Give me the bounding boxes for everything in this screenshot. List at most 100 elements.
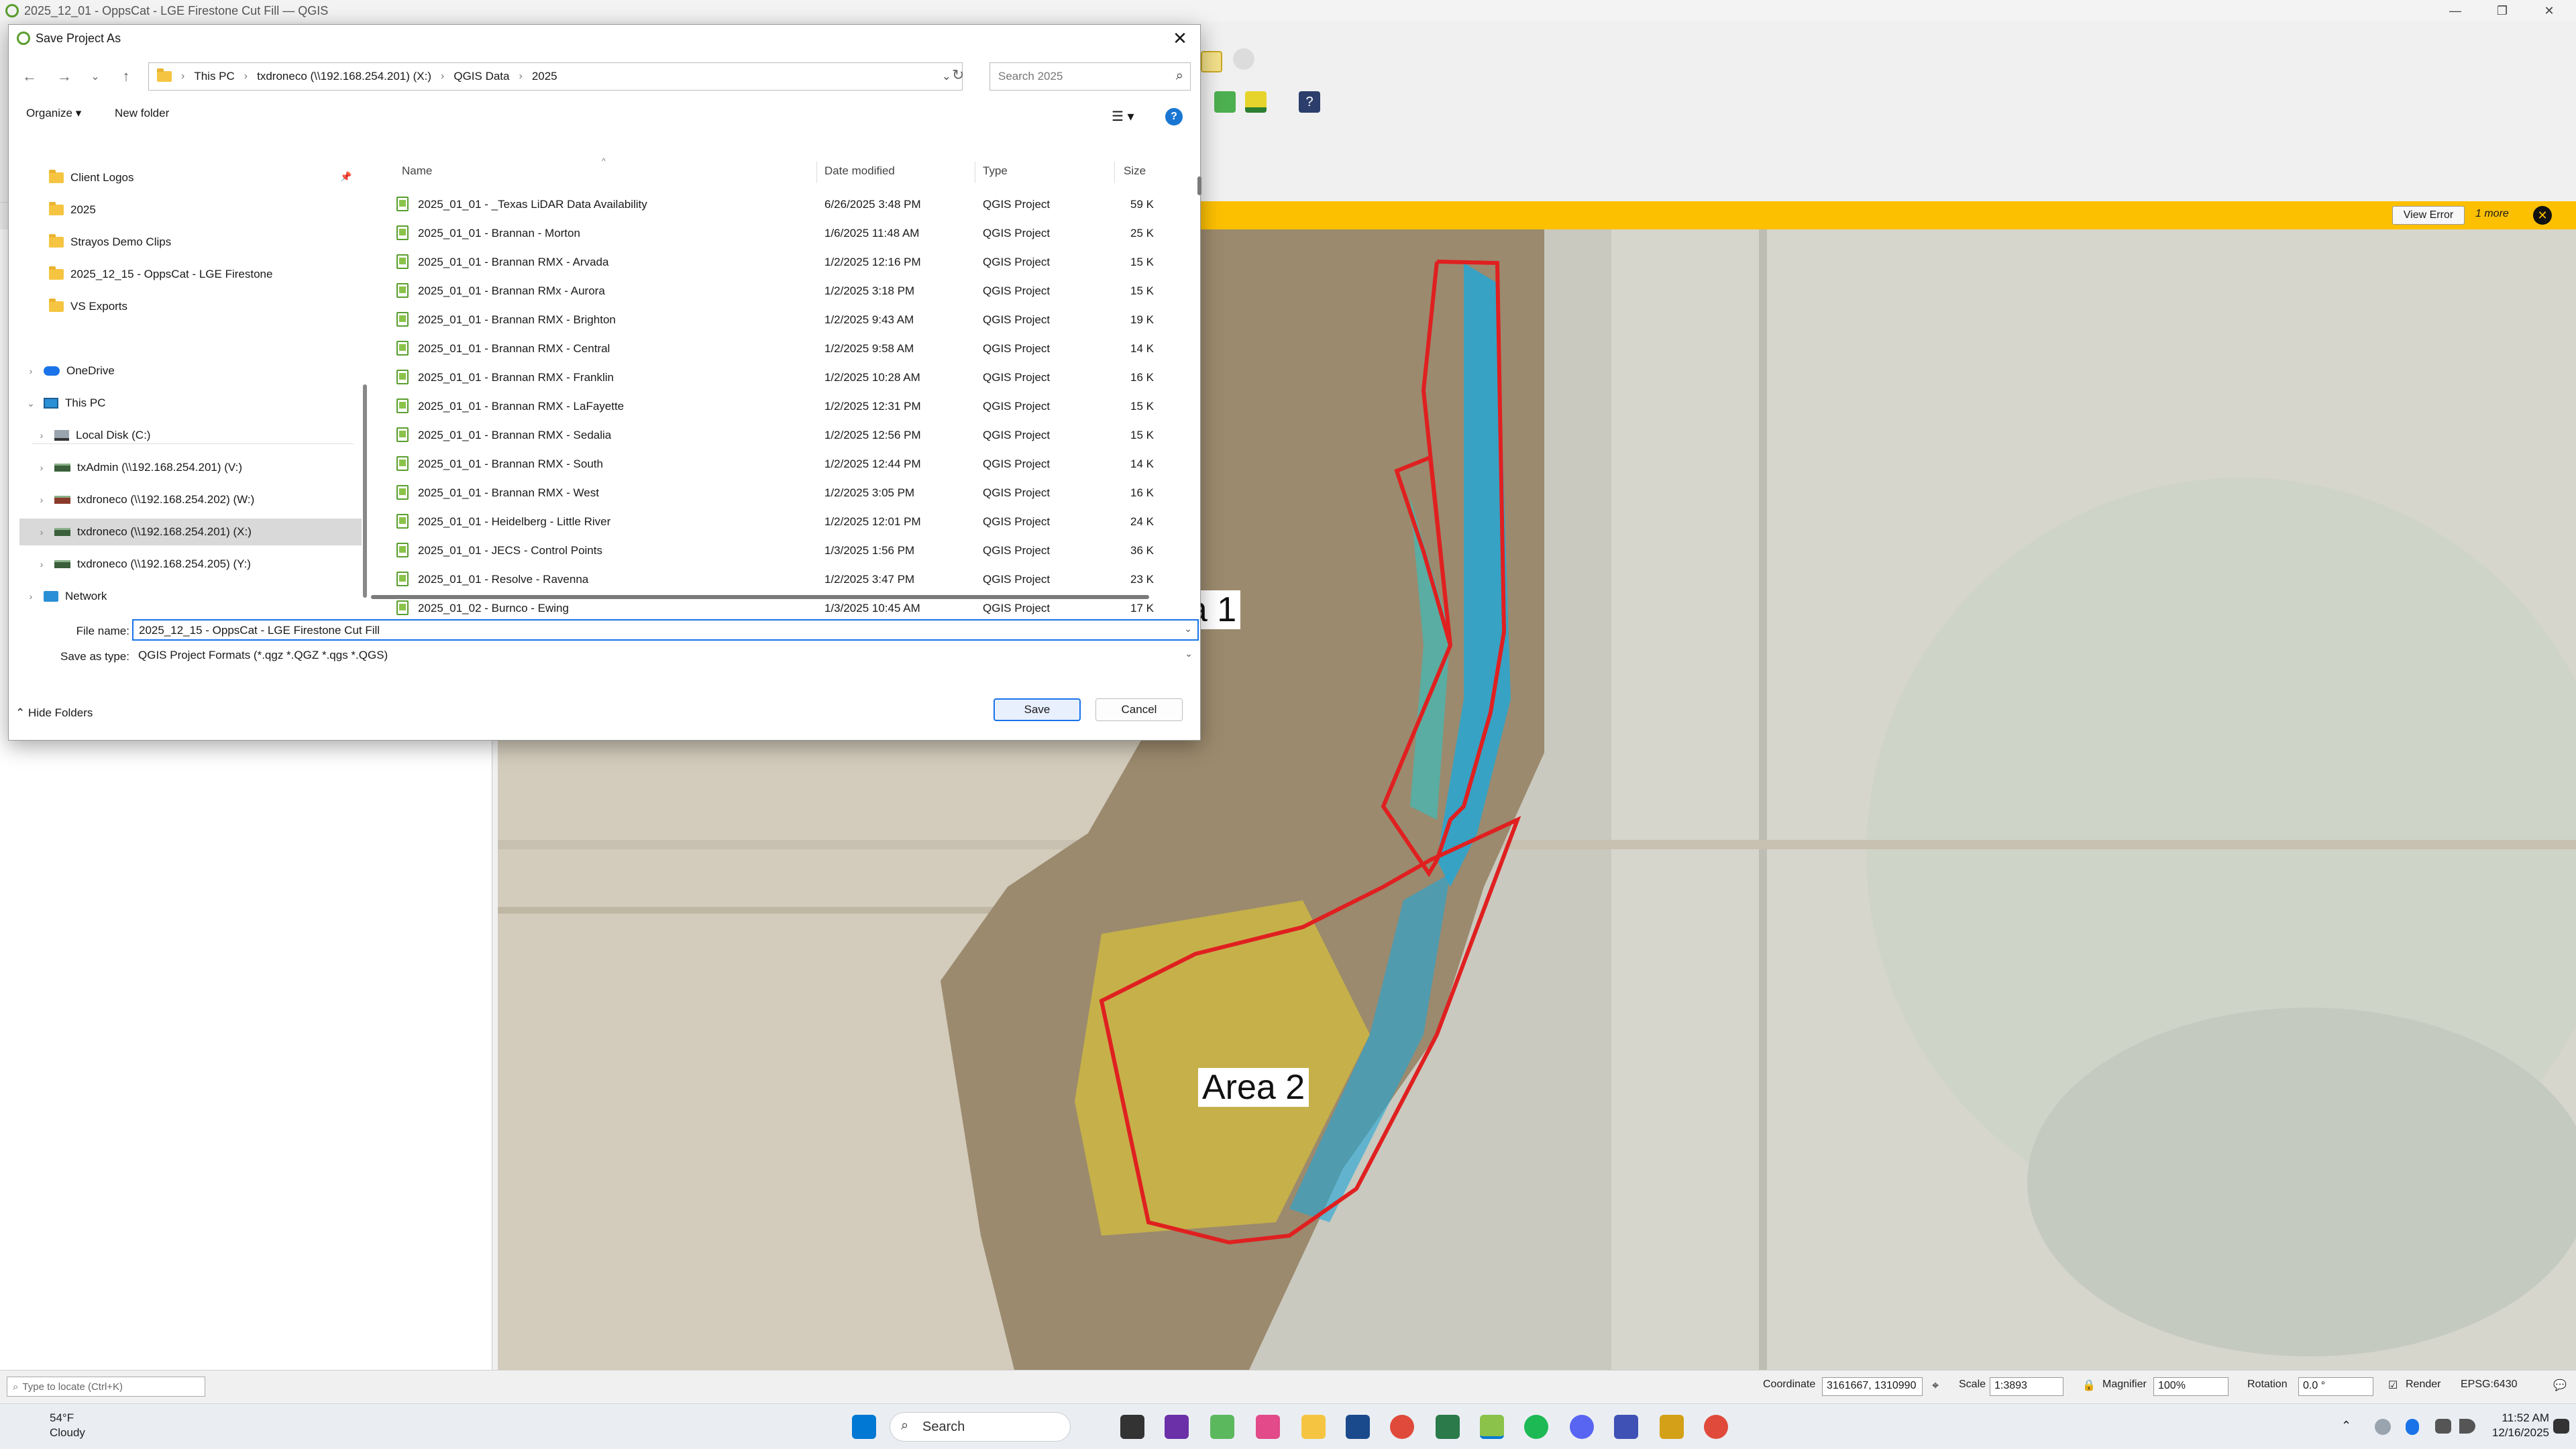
folder-search-input[interactable]: Search 2025 ⌕ (989, 62, 1191, 91)
sync-icon[interactable] (2375, 1419, 2391, 1435)
help-icon[interactable]: ? (1165, 108, 1183, 125)
more-messages-label[interactable]: 1 more (2475, 208, 2509, 220)
messages-icon[interactable]: 💬 (2553, 1379, 2567, 1392)
hide-folders-toggle[interactable]: ⌃ Hide Folders (15, 706, 93, 720)
microphone-icon[interactable] (2406, 1419, 2419, 1435)
file-row[interactable]: 2025_01_01 - Brannan RMx - Aurora 1/2/202… (396, 276, 1181, 305)
app-icon[interactable] (1614, 1415, 1638, 1439)
chevron-right-icon[interactable]: › (25, 366, 37, 376)
breadcrumb-item[interactable]: 2025 (532, 70, 557, 83)
file-row[interactable]: 2025_01_01 - Brannan RMX - South 1/2/2025… (396, 449, 1181, 478)
scale-field[interactable]: 1:3893 (1990, 1377, 2063, 1396)
refresh-icon[interactable]: ↻ (952, 66, 964, 84)
render-checkbox[interactable]: ☑ (2388, 1379, 2398, 1392)
nav-item-local-disk[interactable]: › Local Disk (C:) (36, 422, 151, 449)
nav-item-client-logos[interactable]: Client Logos (49, 164, 134, 191)
file-row[interactable]: 2025_01_01 - JECS - Control Points 1/3/20… (396, 536, 1181, 565)
app-icon[interactable] (1165, 1415, 1189, 1439)
column-header-date[interactable]: Date modified (824, 164, 895, 178)
breadcrumb-item[interactable]: This PC (194, 70, 234, 83)
file-row[interactable]: 2025_01_01 - _Texas LiDAR Data Availabil… (396, 190, 1181, 219)
chrome-icon[interactable] (1390, 1415, 1414, 1439)
network-icon[interactable] (2435, 1419, 2451, 1434)
chevron-right-icon[interactable]: › (25, 591, 37, 602)
file-row[interactable]: 2025_01_01 - Brannan RMX - Central 1/2/20… (396, 334, 1181, 363)
tray-expand-icon[interactable]: ⌃ (2341, 1419, 2355, 1432)
locator-search[interactable]: ⌕ Type to locate (Ctrl+K) (7, 1377, 205, 1397)
app-icon[interactable] (1660, 1415, 1684, 1439)
crs-button[interactable]: EPSG:6430 (2461, 1379, 2518, 1391)
nav-item-onedrive[interactable]: › OneDrive (25, 358, 115, 384)
chevron-right-icon[interactable]: › (36, 527, 48, 537)
clock[interactable]: 11:52 AM 12/16/2025 (2469, 1411, 2549, 1440)
nav-item-strayos-demo-clips[interactable]: Strayos Demo Clips (49, 229, 171, 256)
column-divider[interactable] (1114, 162, 1115, 183)
vertical-scrollbar[interactable] (1197, 176, 1201, 195)
extents-icon[interactable]: ⌖ (1932, 1379, 1939, 1393)
magnifier-field[interactable]: 100% (2153, 1377, 2229, 1396)
map-tips-icon[interactable] (1201, 51, 1222, 72)
file-row[interactable]: 2025_01_01 - Brannan - Morton 1/6/2025 11… (396, 219, 1181, 248)
file-row[interactable]: 2025_01_01 - Brannan RMX - West 1/2/2025 … (396, 478, 1181, 507)
nav-item-x-drive[interactable]: › txdroneco (\\192.168.254.201) (X:) (19, 519, 362, 545)
cancel-button[interactable]: Cancel (1095, 698, 1183, 721)
start-button-icon[interactable] (852, 1415, 876, 1439)
taskbar-search[interactable]: ⌕ Search (890, 1412, 1071, 1442)
file-explorer-icon[interactable] (1301, 1415, 1326, 1439)
save-button[interactable]: Save (994, 698, 1081, 721)
chevron-down-icon[interactable]: ⌄ (1185, 648, 1193, 659)
save-type-select[interactable]: QGIS Project Formats (*.qgz *.QGZ *.qgs … (132, 645, 1199, 666)
pin-icon[interactable]: 📌 (340, 171, 352, 182)
column-header-type[interactable]: Type (983, 164, 1008, 178)
weather-widget[interactable]: 54°F Cloudy (17, 1411, 85, 1440)
rotation-field[interactable]: 0.0 ° (2298, 1377, 2373, 1396)
close-dialog-button[interactable]: ✕ (1167, 28, 1193, 49)
close-window-button[interactable]: ✕ (2529, 0, 2569, 21)
store-icon[interactable] (1346, 1415, 1370, 1439)
nav-item-network[interactable]: › Network (25, 583, 107, 610)
organize-menu[interactable]: Organize ▾ (26, 107, 81, 120)
back-arrow-icon[interactable]: ← (19, 66, 40, 87)
file-row[interactable]: 2025_01_01 - Brannan RMX - Brighton 1/2/2… (396, 305, 1181, 334)
up-arrow-icon[interactable]: ↑ (116, 66, 136, 87)
nav-item-y-drive[interactable]: › txdroneco (\\192.168.254.205) (Y:) (36, 551, 251, 578)
spotify-icon[interactable] (1524, 1415, 1548, 1439)
close-message-icon[interactable]: ✕ (2533, 206, 2552, 225)
chevron-right-icon[interactable]: › (36, 462, 48, 473)
view-options-icon[interactable]: ☰ ▾ (1112, 108, 1134, 125)
file-row[interactable]: 2025_01_01 - Brannan RMX - LaFayette 1/2/… (396, 392, 1181, 421)
help-toolbar-icon[interactable]: ? (1299, 91, 1320, 113)
nav-item-this-pc[interactable]: ⌄ This PC (25, 390, 105, 417)
notifications-icon[interactable] (2553, 1419, 2569, 1434)
chevron-right-icon[interactable]: › (36, 494, 48, 505)
app-icon[interactable] (1210, 1415, 1234, 1439)
view-error-button[interactable]: View Error (2392, 206, 2465, 225)
copilot-icon[interactable] (1256, 1415, 1280, 1439)
digitize-icon[interactable] (1214, 91, 1236, 113)
file-row[interactable]: 2025_01_01 - Heidelberg - Little River 1/… (396, 507, 1181, 536)
file-row[interactable]: 2025_01_01 - Brannan RMX - Franklin 1/2/2… (396, 363, 1181, 392)
column-header-size[interactable]: Size (1124, 164, 1146, 178)
chrome-profile-icon[interactable] (1704, 1415, 1728, 1439)
nav-item-2025[interactable]: 2025 (49, 197, 96, 223)
breadcrumb-item[interactable]: txdroneco (\\192.168.254.201) (X:) (257, 70, 431, 83)
nav-item-w-drive[interactable]: › txdroneco (\\192.168.254.202) (W:) (36, 486, 255, 513)
chevron-right-icon[interactable]: › (36, 559, 48, 570)
discord-icon[interactable] (1570, 1415, 1594, 1439)
calculator-icon[interactable] (1436, 1415, 1460, 1439)
recent-locations-chevron-icon[interactable]: ⌄ (85, 66, 105, 87)
address-dropdown-icon[interactable]: ⌄ (942, 70, 951, 83)
zoom-tool-icon[interactable] (1233, 48, 1254, 70)
file-row[interactable]: 2025_01_01 - Brannan RMX - Arvada 1/2/202… (396, 248, 1181, 276)
file-name-input[interactable]: 2025_12_15 - OppsCat - LGE Firestone Cut… (132, 619, 1199, 641)
new-folder-button[interactable]: New folder (115, 107, 169, 120)
horizontal-scrollbar[interactable] (371, 595, 1149, 599)
chevron-down-icon[interactable]: ⌄ (1184, 623, 1192, 635)
lock-scale-icon[interactable]: 🔒 (2082, 1379, 2096, 1392)
nav-item-vs-exports[interactable]: VS Exports (49, 293, 127, 320)
task-view-icon[interactable] (1120, 1415, 1144, 1439)
qgis-taskbar-icon[interactable] (1480, 1415, 1504, 1439)
column-header-name[interactable]: Name (402, 164, 432, 178)
nav-scrollbar[interactable] (363, 384, 367, 598)
nav-item-lge-firestone[interactable]: 2025_12_15 - OppsCat - LGE Firestone (49, 261, 272, 288)
